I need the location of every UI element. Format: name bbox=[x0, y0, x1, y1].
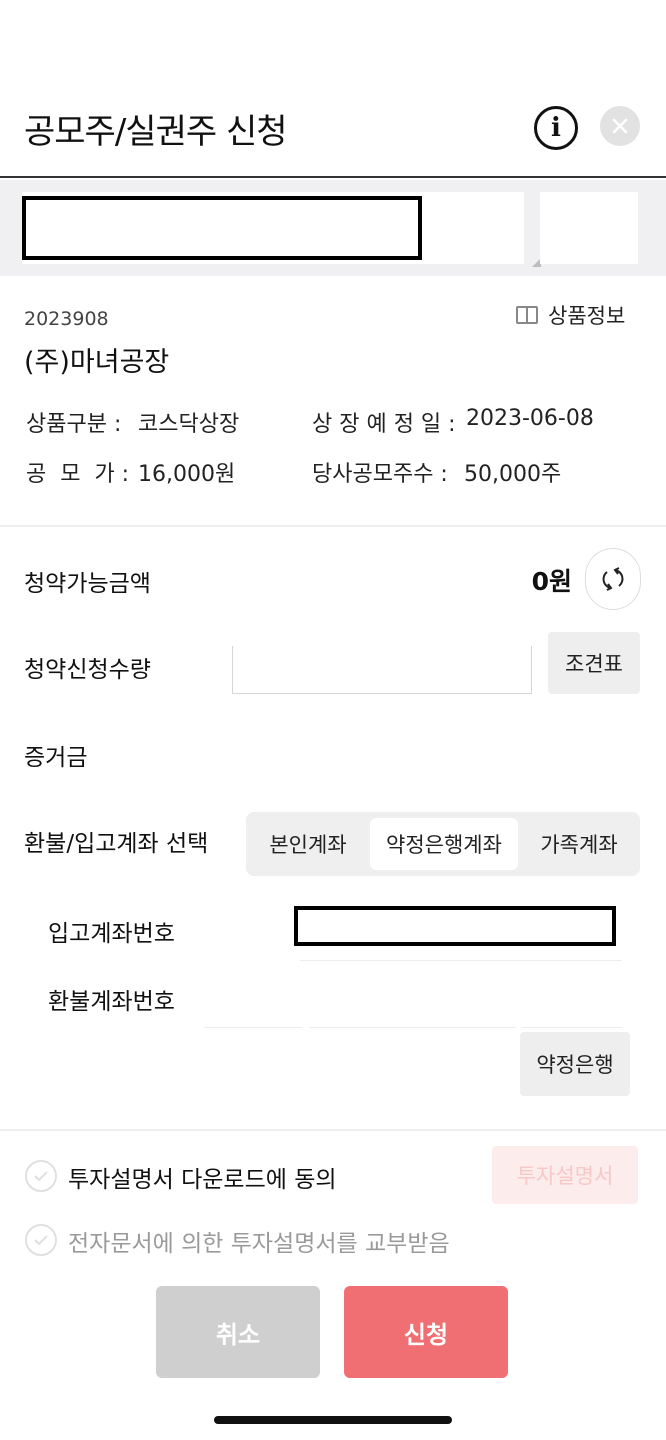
offer-price-value: 16,000원 bbox=[138, 462, 236, 487]
offer-shares-value: 50,000주 bbox=[464, 462, 562, 487]
dialog-header: 공모주/실권주 신청 i bbox=[0, 0, 666, 178]
home-indicator bbox=[214, 1416, 452, 1424]
info-icon[interactable]: i bbox=[534, 106, 578, 150]
deposit-account-field[interactable] bbox=[300, 960, 622, 961]
product-info-link[interactable]: 상품정보 bbox=[516, 300, 625, 330]
offer-price-label: 공 모 가 : bbox=[26, 462, 130, 487]
agree-electronic-checkbox[interactable] bbox=[25, 1224, 57, 1256]
agree-electronic-text: 전자문서에 의한 투자설명서를 교부받음 bbox=[68, 1231, 450, 1257]
prospectus-button[interactable]: 투자설명서 bbox=[492, 1146, 638, 1204]
refresh-button[interactable] bbox=[585, 548, 641, 610]
check-icon bbox=[34, 1171, 48, 1182]
password-field[interactable] bbox=[540, 192, 638, 264]
deposit-label: 증거금 bbox=[24, 745, 88, 771]
bank-button[interactable]: 약정은행 bbox=[520, 1032, 630, 1096]
refund-account-field[interactable] bbox=[310, 1027, 516, 1028]
company-name: (주)마녀공장 bbox=[24, 347, 170, 378]
cancel-button[interactable]: 취소 bbox=[156, 1286, 320, 1378]
product-type-value: 코스닥상장 bbox=[138, 412, 240, 437]
account-select-area bbox=[0, 180, 666, 276]
available-amount-label: 청약가능금액 bbox=[24, 571, 151, 597]
option-family-account[interactable]: 가족계좌 bbox=[524, 818, 634, 870]
apply-button[interactable]: 신청 bbox=[344, 1286, 508, 1378]
quantity-label: 청약신청수량 bbox=[24, 657, 151, 683]
refund-bank-field[interactable] bbox=[204, 1027, 302, 1028]
option-bank-account[interactable]: 약정은행계좌 bbox=[370, 818, 518, 870]
product-info-label: 상품정보 bbox=[548, 304, 626, 328]
agree-download-text: 투자설명서 다운로드에 동의 bbox=[68, 1167, 337, 1193]
agreement-divider bbox=[0, 1129, 666, 1131]
check-icon bbox=[34, 1235, 48, 1246]
listing-date-value: 2023-06-08 bbox=[466, 406, 594, 431]
quantity-input[interactable] bbox=[232, 646, 532, 694]
account-type-selector: 본인계좌 약정은행계좌 가족계좌 bbox=[246, 812, 640, 876]
listing-date-label: 상 장 예 정 일 : bbox=[312, 412, 456, 437]
lookup-table-button[interactable]: 조견표 bbox=[548, 632, 640, 694]
refund-account-label: 환불계좌번호 bbox=[48, 989, 175, 1015]
agree-download-checkbox[interactable] bbox=[25, 1160, 57, 1192]
book-icon bbox=[516, 306, 538, 324]
refund-extra-field[interactable] bbox=[522, 1027, 622, 1028]
product-code: 2023908 bbox=[24, 308, 109, 330]
refresh-icon bbox=[602, 567, 624, 591]
page-title: 공모주/실권주 신청 bbox=[24, 112, 288, 152]
account-choice-label: 환불/입고계좌 선택 bbox=[24, 831, 209, 857]
redacted-account bbox=[22, 196, 422, 260]
product-type-label: 상품구분 : bbox=[26, 412, 122, 437]
section-divider bbox=[0, 525, 666, 527]
option-own-account[interactable]: 본인계좌 bbox=[252, 818, 364, 870]
offer-shares-label: 당사공모주수 : bbox=[312, 462, 448, 487]
close-icon[interactable] bbox=[600, 106, 640, 146]
deposit-account-label: 입고계좌번호 bbox=[48, 921, 175, 947]
close-x-glyph bbox=[612, 118, 628, 134]
available-amount-value: 0원 bbox=[531, 567, 572, 596]
redacted-deposit-account bbox=[294, 906, 616, 946]
